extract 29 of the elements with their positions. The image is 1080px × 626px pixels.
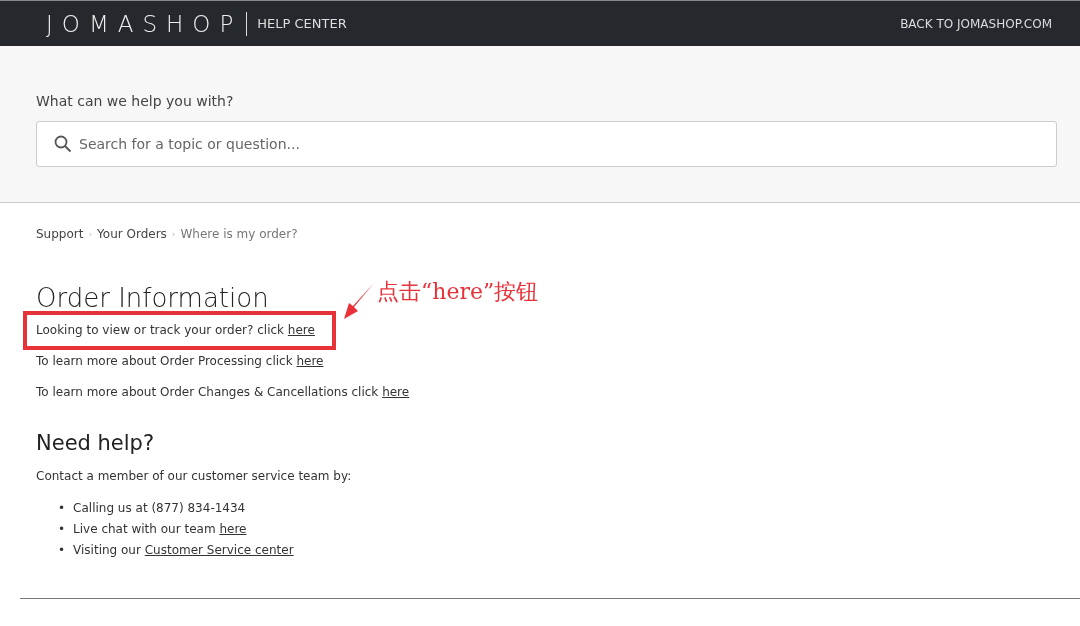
paragraph-text: To learn more about Order Processing click here — [36, 354, 325, 368]
search-field[interactable]: Search for a topic or question... — [36, 121, 1057, 167]
back-link[interactable]: BACK TO JOMASHOP.COM — [900, 16, 1052, 31]
paragraph-text: Looking to view or track your order? click here — [36, 323, 315, 337]
service-center-link[interactable]: Customer Service center — [144, 543, 294, 557]
bullet-icon: • — [58, 542, 66, 558]
list-item-text: Calling us at (877) 834-1434 — [73, 500, 246, 516]
breadcrumb-current: Where is my order? — [180, 227, 298, 241]
annotation-text: 点击“here”按钮 — [377, 278, 539, 306]
here-link[interactable]: here — [296, 354, 324, 368]
breadcrumb-link[interactable]: Your Orders — [97, 227, 167, 241]
here-link[interactable]: here — [219, 522, 247, 536]
chevron-icon: › — [171, 229, 176, 239]
here-link[interactable]: here — [287, 323, 315, 337]
article-title: Order Information — [36, 283, 269, 313]
search-icon — [54, 135, 72, 153]
here-link[interactable]: here — [382, 385, 410, 399]
section-title: HELP CENTER — [257, 16, 347, 31]
paragraph-text: To learn more about Order Changes & Cancellations click here — [36, 385, 411, 399]
bullet-icon: • — [58, 521, 66, 537]
list-item-text: Visiting our Customer Service center — [73, 542, 294, 558]
search-prompt: What can we help you with? — [36, 93, 235, 109]
logo-text[interactable]: JOMASHOP — [46, 10, 243, 37]
breadcrumb-link[interactable]: Support — [36, 227, 84, 241]
list-item-text: Live chat with our team here — [73, 521, 247, 537]
chevron-icon: › — [88, 229, 93, 239]
help-intro: Contact a member of our customer service team by: — [36, 469, 353, 483]
help-heading: Need help? — [36, 431, 156, 455]
bullet-icon: • — [58, 500, 66, 516]
